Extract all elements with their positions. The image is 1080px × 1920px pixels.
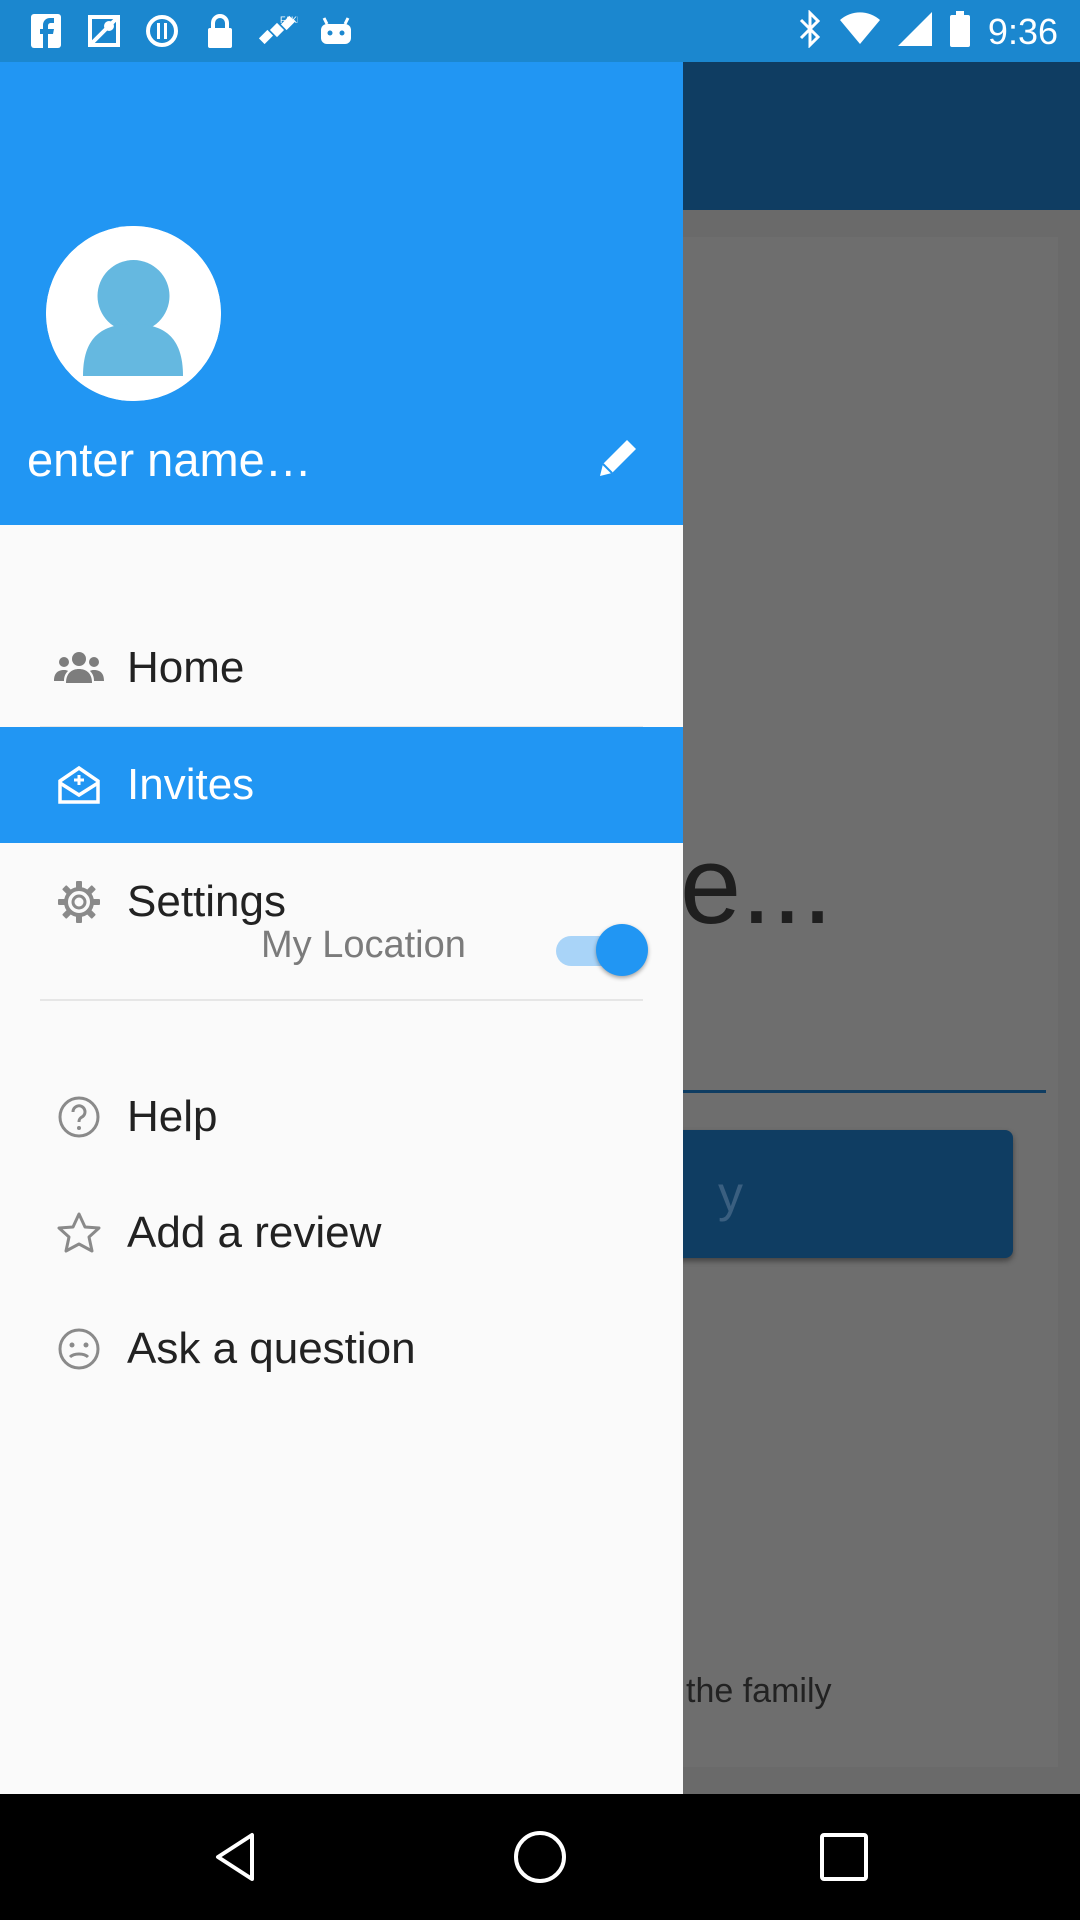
- home-icon[interactable]: [510, 1827, 570, 1887]
- circle-status-icon: [142, 12, 182, 50]
- background-footer-fragment: the family: [686, 1672, 832, 1710]
- android-icon: [316, 12, 356, 50]
- fb-icon: [26, 12, 66, 50]
- menu-item-label: Invites: [127, 760, 255, 809]
- status-left-icons: FAKE: [26, 12, 356, 50]
- menu-item-label: Ask a question: [127, 1324, 416, 1373]
- background-title-fragment: e...: [680, 824, 833, 947]
- name-input[interactable]: enter name…: [27, 432, 312, 487]
- satellite-icon: FAKE: [258, 12, 298, 50]
- face-icon: [54, 1324, 104, 1374]
- recents-icon[interactable]: [814, 1827, 874, 1887]
- back-icon[interactable]: [208, 1827, 268, 1887]
- person-icon: [46, 226, 221, 401]
- switch-thumb: [596, 924, 648, 976]
- menu-item-ask-question[interactable]: Ask a question: [0, 1291, 683, 1407]
- avatar[interactable]: [46, 226, 221, 401]
- gear-icon: [54, 877, 104, 927]
- status-bar: FAKE 9:36: [0, 0, 1080, 62]
- lock-icon: [200, 12, 240, 50]
- menu-item-label: Add a review: [127, 1208, 382, 1257]
- star-icon: [54, 1208, 104, 1258]
- status-right-icons: 9:36: [798, 9, 1058, 53]
- menu-item-label: Settings: [127, 877, 286, 926]
- open-mail-icon: [54, 760, 104, 810]
- battery-icon: [949, 11, 970, 52]
- my-location-switch[interactable]: [556, 924, 648, 978]
- svg-text:FAKE: FAKE: [280, 15, 298, 25]
- navigation-drawer: enter name… Home Invites Settings My Loc…: [0, 62, 683, 1794]
- group-icon: [54, 643, 104, 693]
- menu-item-add-review[interactable]: Add a review: [0, 1175, 683, 1291]
- menu-item-home[interactable]: Home: [0, 610, 683, 726]
- menu-item-help[interactable]: Help: [0, 1059, 683, 1175]
- drawer-header: enter name…: [0, 62, 683, 525]
- pencil-icon[interactable]: [592, 434, 642, 484]
- menu-item-label: Home: [127, 643, 245, 692]
- divider: [40, 999, 643, 1001]
- signal-icon: [897, 12, 932, 51]
- maps-icon: [84, 12, 124, 50]
- my-location-label: My Location: [261, 924, 466, 966]
- bluetooth-icon: [798, 9, 822, 53]
- status-time: 9:36: [987, 10, 1058, 52]
- system-nav-bar: [0, 1794, 1080, 1920]
- help-circle-icon: [54, 1092, 104, 1142]
- wifi-icon: [839, 12, 880, 51]
- menu-item-invites[interactable]: Invites: [0, 727, 683, 843]
- menu-item-label: Help: [127, 1092, 218, 1141]
